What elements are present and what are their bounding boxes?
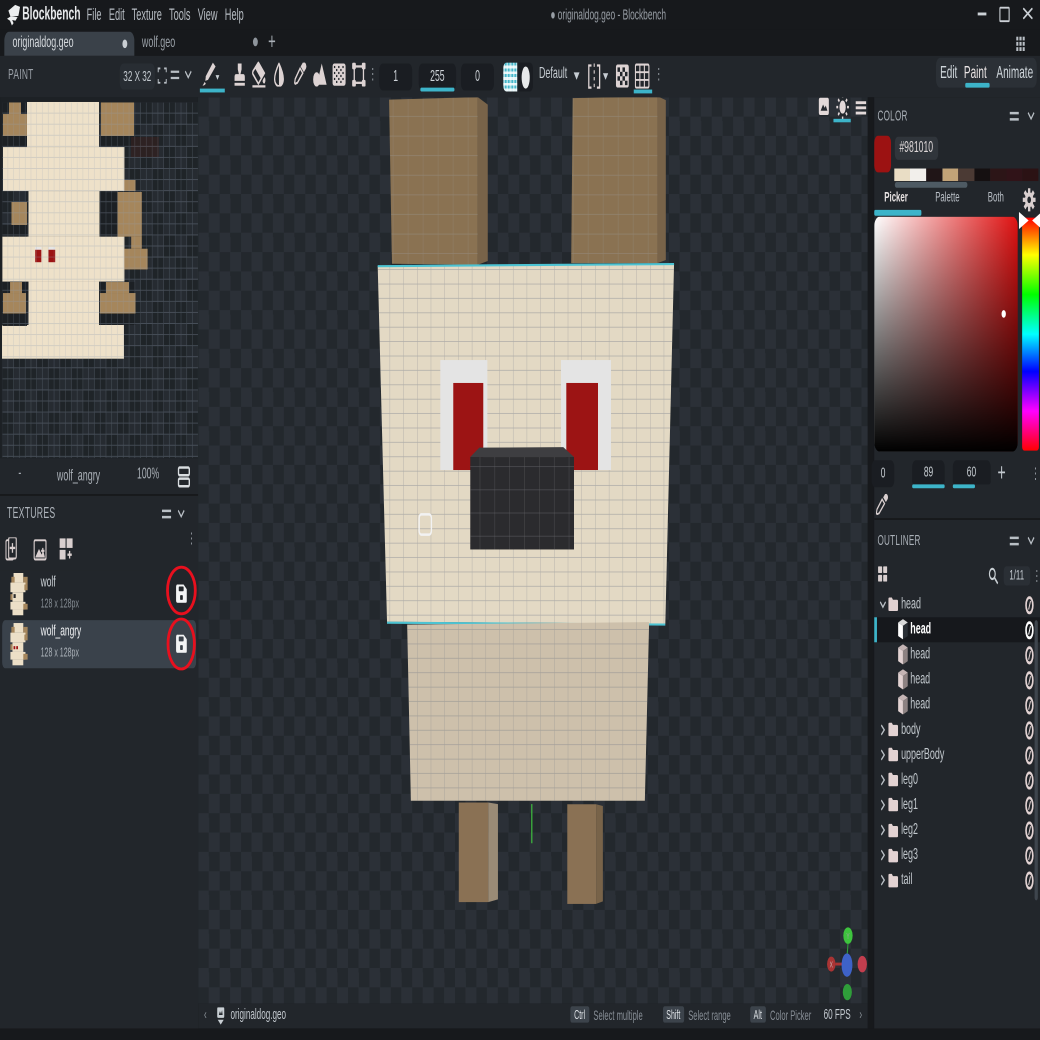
svg-text:Y: Y — [846, 933, 849, 942]
svg-text:X: X — [829, 961, 832, 970]
